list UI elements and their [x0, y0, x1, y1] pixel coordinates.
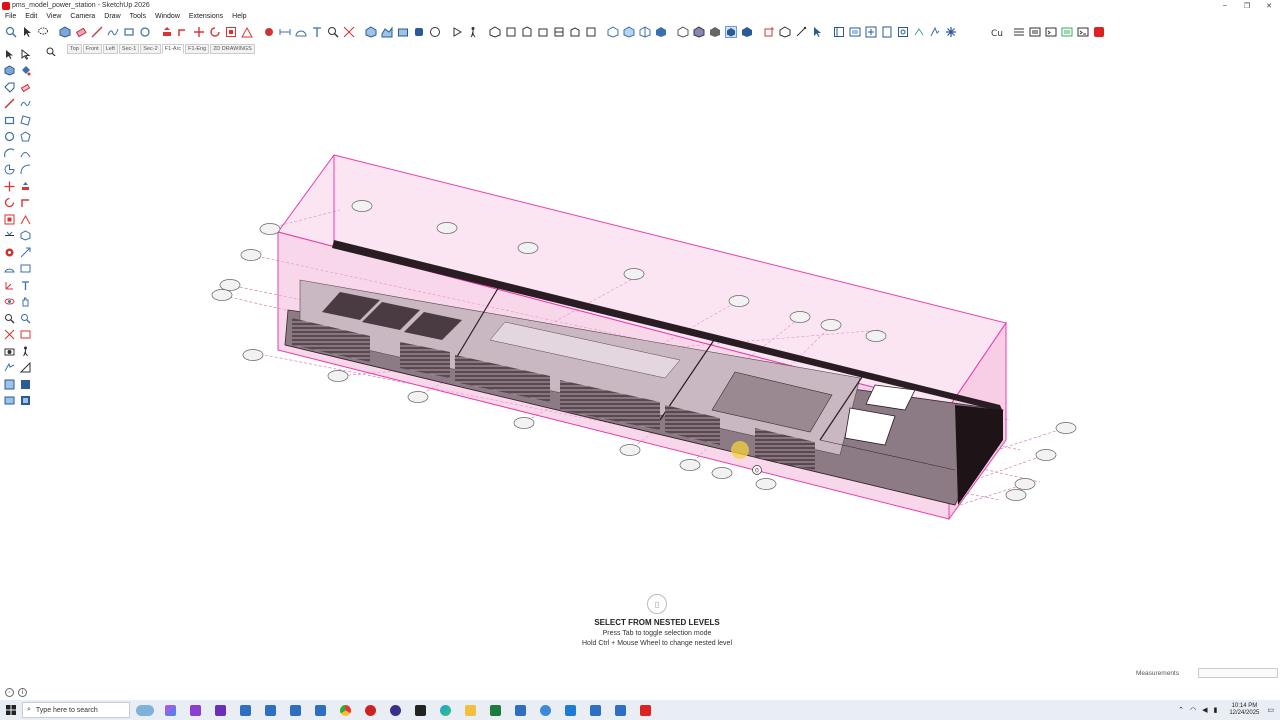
taskbar-search-icon: ⌕	[27, 706, 31, 713]
notification-icon[interactable]: ▭	[1267, 706, 1274, 714]
tray-chevron-icon[interactable]: ⌃	[1178, 706, 1184, 714]
taskbar-chrome-icon[interactable]	[336, 701, 354, 719]
cursor-label: 0	[755, 468, 759, 475]
taskbar-red-app-icon[interactable]	[361, 701, 379, 719]
taskbar-folder-icon[interactable]	[461, 701, 479, 719]
taskbar-file-explorer-icon[interactable]	[186, 701, 204, 719]
taskbar-edge-icon[interactable]	[436, 701, 454, 719]
taskbar-layout-icon[interactable]	[636, 701, 654, 719]
sketchup-window: pms_model_power_station - SketchUp 2026 …	[0, 0, 1280, 720]
taskbar-clock[interactable]: 10:14 PM 12/24/2025	[1229, 703, 1259, 717]
taskbar-search-placeholder: Type here to search	[35, 706, 98, 714]
hint-line-ctrl: Hold Ctrl + Mouse Wheel to change nested…	[582, 640, 732, 647]
taskbar-terminal-icon[interactable]	[411, 701, 429, 719]
measurements-input[interactable]	[1198, 668, 1278, 678]
system-tray: ⌃ ◠ ◀ ▮ 10:14 PM 12/24/2025 ▭	[1178, 700, 1280, 720]
taskbar-g-app-icon[interactable]	[511, 701, 529, 719]
clock-time: 10:14 PM	[1231, 703, 1258, 709]
taskbar-search-input[interactable]: ⌕ Type here to search	[22, 702, 130, 718]
taskbar-visual-studio-icon[interactable]	[211, 701, 229, 719]
nested-levels-hint: ▯ SELECT FROM NESTED LEVELS Press Tab to…	[540, 594, 774, 649]
clock-date: 12/24/2025	[1229, 710, 1260, 716]
taskbar-sketchup-icon-4[interactable]	[311, 701, 329, 719]
taskbar-sketchup-icon-2[interactable]	[261, 701, 279, 719]
taskbar-sketchup-icon-5[interactable]	[586, 701, 604, 719]
taskbar-sketchup-icon-6[interactable]	[611, 701, 629, 719]
start-icon[interactable]	[0, 700, 22, 720]
status-bar: Measurements ◦ i	[0, 667, 1280, 699]
hint-line-tab: Press Tab to toggle selection mode	[602, 630, 712, 637]
info-icon[interactable]: i	[18, 688, 27, 697]
windows-taskbar: ⌕ Type here to search ⌃ ◠ ◀ ▮ 10:14 PM 1…	[0, 700, 1280, 720]
taskbar-excel-icon[interactable]	[486, 701, 504, 719]
select-nested-icon: ▯	[647, 594, 667, 614]
taskbar-sketchup-icon-3[interactable]	[286, 701, 304, 719]
tray-network-icon[interactable]: ◠	[1190, 706, 1196, 714]
taskbar-obs-icon[interactable]	[386, 701, 404, 719]
measurements-label: Measurements	[1136, 670, 1179, 677]
taskbar-widget-icon[interactable]	[136, 701, 154, 719]
taskbar-copilot-icon[interactable]	[161, 701, 179, 719]
tray-volume-icon[interactable]: ◀	[1202, 706, 1207, 714]
tray-battery-icon[interactable]: ▮	[1213, 706, 1217, 714]
taskbar-sketchup-icon-1[interactable]	[236, 701, 254, 719]
taskbar-blue-app-icon[interactable]	[536, 701, 554, 719]
geolocation-icon[interactable]: ◦	[5, 688, 14, 697]
taskbar-vscode-icon[interactable]	[561, 701, 579, 719]
modeling-viewport[interactable]: 0	[35, 56, 1280, 666]
hint-title: SELECT FROM NESTED LEVELS	[594, 618, 720, 627]
